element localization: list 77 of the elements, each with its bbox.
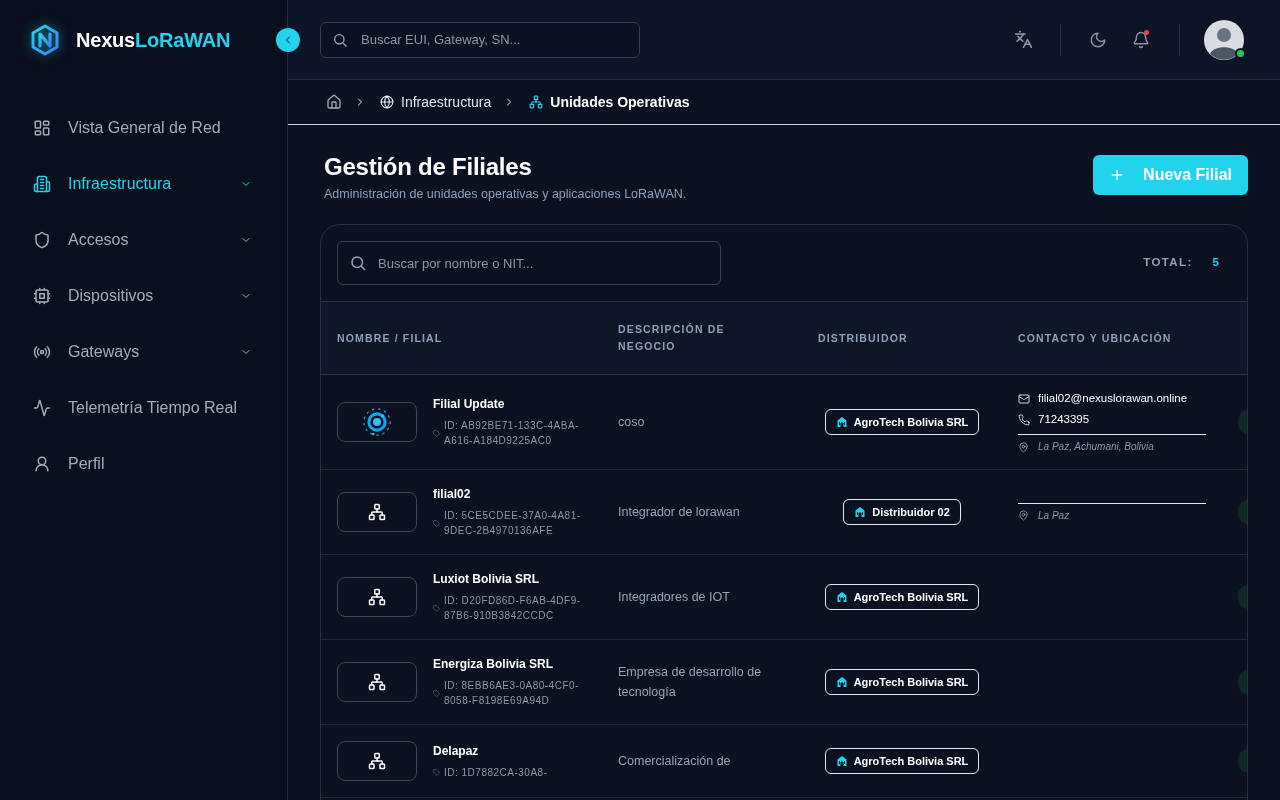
tag-icon	[433, 604, 440, 612]
search-icon	[332, 31, 348, 48]
nav-item[interactable]: Vista General de Red	[0, 100, 287, 156]
home-icon	[326, 94, 342, 110]
page-subtitle: Administración de unidades operativas y aplicaciones LoRaWAN.	[324, 186, 687, 202]
branch-id: ID: 1D7882CA-30A8-	[444, 765, 548, 780]
total-label: TOTAL:	[1143, 255, 1193, 271]
home-link[interactable]	[326, 94, 342, 110]
distributor-name: AgroTech Bolivia SRL	[853, 674, 969, 690]
business-description: Integrador de lorawan	[618, 504, 741, 521]
sitemap-icon	[529, 95, 544, 109]
location-text: La Paz	[1038, 509, 1070, 522]
column-header: DESCRIPCIÓN DE NEGOCIO	[618, 322, 726, 354]
distributor-name: AgroTech Bolivia SRL	[853, 589, 969, 605]
search-field[interactable]: Buscar EUI, Gateway, SN...	[320, 21, 640, 58]
house-icon	[854, 506, 867, 518]
dashboard-icon	[33, 119, 51, 137]
tag-icon	[433, 768, 440, 776]
tag-icon	[433, 429, 440, 437]
business-description: Integradores de IOT	[618, 589, 731, 606]
house-icon	[835, 416, 848, 428]
avatar-icon[interactable]	[1204, 19, 1244, 60]
shield-icon	[33, 231, 51, 249]
search-icon	[349, 254, 367, 272]
branch-name: filial02	[433, 486, 472, 502]
brand-name: NexusLoRaWAN	[76, 30, 231, 50]
column-header: CONTACTO Y UBICACIÓN	[1018, 330, 1173, 346]
chip-icon	[33, 287, 51, 305]
nav-item[interactable]: Dispositivos	[0, 268, 287, 324]
broadcast-icon	[33, 343, 51, 361]
branch-name: Delapaz	[433, 742, 480, 759]
building-icon	[33, 175, 51, 193]
page-title: Gestión de Filiales	[324, 152, 533, 182]
branch-id: ID: D20FD86D-F6AB-4DF9-87B6-910B3842CCDC	[444, 594, 582, 623]
hexagon-logo-icon	[29, 24, 61, 56]
business-description: Empresa de desarrollo de tecnología	[618, 664, 763, 701]
breadcrumb-link[interactable]: Infraestructura	[380, 91, 492, 113]
column-header: NOMBRE / FILIAL	[337, 330, 444, 346]
breadcrumb-link[interactable]: Unidades Operativas	[529, 91, 690, 113]
mail-icon	[1018, 392, 1030, 405]
branch-name: Filial Update	[433, 396, 506, 412]
nav-item[interactable]: Gateways	[0, 324, 287, 380]
branch-id: ID: AB92BE71-133C-4ABA-A616-A184D9225AC0	[444, 419, 580, 448]
map-pin-icon	[1018, 441, 1029, 453]
house-icon	[835, 755, 848, 767]
nav-item[interactable]: Perfil	[0, 436, 287, 492]
moon-icon	[1089, 30, 1107, 49]
search-field[interactable]: Buscar por nombre o NIT...	[337, 241, 721, 285]
branch-name: Luxiot Bolivia SRL	[433, 571, 540, 587]
tag-icon	[433, 519, 440, 527]
phone-text: 71243395	[1038, 411, 1090, 427]
phone-icon	[1018, 413, 1030, 426]
branch-name: Energiza Bolivia SRL	[433, 656, 555, 672]
branch-id: ID: 5CE5CDEE-37A0-4A81-9DEC-2B4970136AFE	[444, 509, 582, 538]
nav-item[interactable]: Telemetría Tiempo Real	[0, 380, 287, 436]
house-icon	[835, 591, 848, 603]
business-description: coso	[618, 414, 646, 431]
pulse-icon	[33, 399, 51, 417]
distributor-name: Distribuidor 02	[872, 504, 950, 520]
house-icon	[835, 676, 848, 688]
nav-item[interactable]: Accesos	[0, 212, 287, 268]
column-header: DISTRIBUIDOR	[818, 330, 909, 346]
map-pin-icon	[1018, 510, 1029, 521]
location-text: La Paz, Achumani, Bolivia	[1038, 441, 1154, 453]
distributor-name: AgroTech Bolivia SRL	[853, 753, 969, 769]
tag-icon	[433, 689, 440, 697]
user-icon	[33, 455, 51, 473]
globe-icon	[380, 95, 394, 109]
email-text: filial02@nexuslorawan.online	[1038, 390, 1188, 406]
total-count: 5	[1212, 255, 1219, 271]
bell-icon	[1132, 30, 1150, 49]
branch-id: ID: 8EBB6AE3-0A80-4CF0-8058-F8198E69A94D	[444, 679, 580, 708]
distributor-name: AgroTech Bolivia SRL	[853, 414, 969, 430]
translate-icon	[1013, 30, 1033, 49]
nav-item[interactable]: Infraestructura	[0, 156, 287, 212]
collapse-sidebar-button[interactable]	[276, 28, 300, 52]
business-description: Comercialización de	[618, 753, 732, 770]
